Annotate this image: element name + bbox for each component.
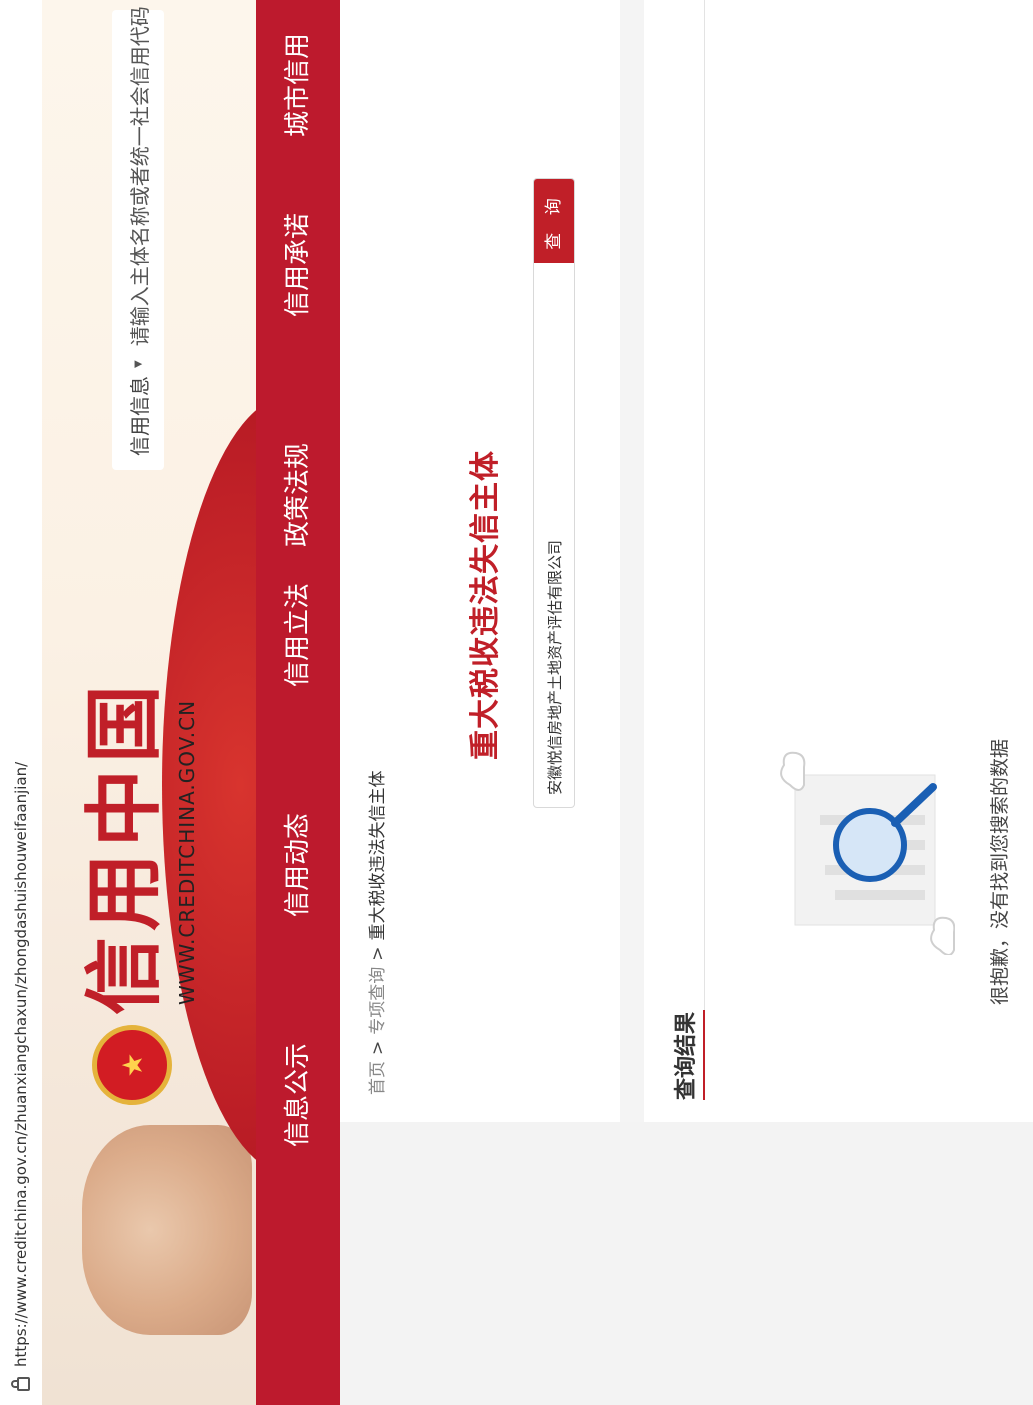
site-logo-title[interactable]: 信用中国 (79, 679, 170, 1015)
lock-icon (16, 1377, 30, 1391)
breadcrumb: 首页 > 专项查询 > 重大税收违法失信主体 (360, 771, 396, 1096)
results-title: 查询结果 (674, 1011, 699, 1100)
breadcrumb-separator: > (368, 1040, 388, 1055)
nav-item-credit-legislation[interactable]: 信用立法 (256, 565, 340, 705)
header-search: 信用信息 ▼ 请输入主体名称或者统一社会信用代码 (112, 6, 164, 470)
breadcrumb-separator: > (368, 946, 388, 961)
search-category-select[interactable]: 信用信息 ▼ (124, 346, 153, 470)
no-data-illustration-icon (780, 751, 955, 955)
site-logo-url: WWW.CREDITCHINA.GOV.CN (175, 699, 199, 1005)
query-button[interactable]: 查 询 (533, 179, 575, 263)
nav-item-policy-regulations[interactable]: 政策法规 (256, 425, 340, 565)
nav-item-credit-news[interactable]: 信用动态 (256, 795, 340, 935)
results-title-underline (703, 1010, 705, 1100)
left-gutter (340, 1122, 1033, 1405)
breadcrumb-home[interactable]: 首页 (368, 1061, 388, 1095)
query-input[interactable]: 安徽悦信房地产土地资产评估有限公司 (544, 263, 565, 807)
url-text[interactable]: https://www.creditchina.gov.cn/zhuanxian… (12, 762, 30, 1367)
nav-item-credit-commitment[interactable]: 信用承诺 (256, 195, 340, 335)
page-title: 重大税收违法失信主体 (468, 450, 503, 760)
browser-address-bar[interactable]: https://www.creditchina.gov.cn/zhuanxian… (0, 0, 43, 1405)
site-banner: ★ 信用中国 WWW.CREDITCHINA.GOV.CN 信用信息 ▼ 请输入… (42, 0, 256, 1405)
breadcrumb-special-query[interactable]: 专项查询 (368, 967, 388, 1035)
main-nav: 信息公示 信用动态 信用立法 政策法规 信用承诺 城市信用 (256, 0, 340, 1405)
nav-item-info-publicity[interactable]: 信息公示 (256, 1025, 340, 1165)
empty-result-message: 很抱歉，没有找到您搜索的数据 (989, 738, 1011, 1005)
caret-down-icon: ▼ (132, 360, 144, 368)
nav-item-city-credit[interactable]: 城市信用 (256, 15, 340, 155)
page: https://www.creditchina.gov.cn/zhuanxian… (0, 0, 1033, 1405)
national-emblem-icon: ★ (92, 1025, 172, 1105)
section-divider (620, 0, 644, 1122)
bronze-vessel-image (82, 1125, 252, 1335)
results-divider (704, 0, 705, 1010)
breadcrumb-current: 重大税收违法失信主体 (368, 770, 388, 941)
search-input[interactable]: 请输入主体名称或者统一社会信用代码 (124, 6, 153, 346)
query-search-box: 安徽悦信房地产土地资产评估有限公司 查 询 (533, 178, 575, 808)
